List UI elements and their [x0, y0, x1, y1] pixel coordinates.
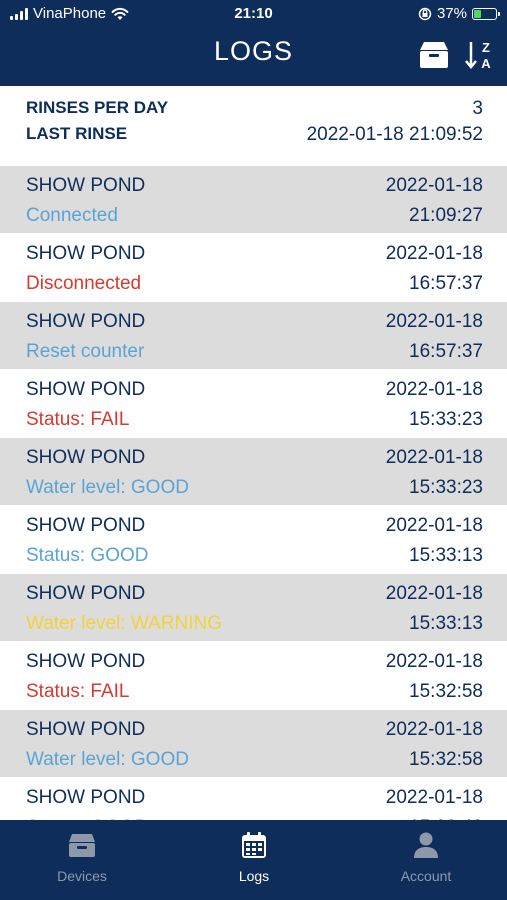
box-icon[interactable]: [417, 38, 451, 72]
log-date: 2022-01-18: [385, 311, 483, 332]
log-event: Reset counter: [26, 341, 145, 362]
log-row[interactable]: SHOW POND Connected 2022-01-18 21:09:27: [0, 166, 507, 234]
rinses-per-day-label: RINSES PER DAY: [26, 98, 169, 117]
last-rinse-value: 2022-01-18 21:09:52: [306, 124, 483, 145]
log-event: Status: GOOD: [26, 545, 149, 566]
status-right: 37%: [418, 5, 500, 22]
log-event: Status: FAIL: [26, 409, 130, 430]
log-time: 15:33:23: [409, 409, 483, 430]
tab-logs-label: Logs: [238, 868, 270, 884]
devices-icon: [69, 834, 95, 857]
log-date: 2022-01-18: [385, 719, 483, 740]
rinses-per-day-row: RINSES PER DAY 3: [26, 98, 483, 120]
log-row[interactable]: SHOW PONDStatus: GOOD2022-01-1815:32:43: [0, 778, 507, 820]
log-row[interactable]: SHOW POND Water level: GOOD 2022-01-18 15:3…: [0, 438, 507, 506]
log-row[interactable]: SHOW POND Status: GOOD 2022-01-18 15:33:13: [0, 506, 507, 574]
battery-percent: 37%: [436, 5, 467, 22]
log-row[interactable]: SHOW POND Water level: WARNING 2022-01-18 1…: [0, 574, 507, 642]
log-device-name: SHOW POND: [26, 719, 146, 740]
log-event: Water level: GOOD: [26, 477, 189, 498]
log-time: 15:33:13: [409, 545, 483, 566]
log-time: 21:09:27: [409, 205, 483, 226]
log-list[interactable]: SHOW POND Connected 2022-01-18 21:09:27 SHOW…: [0, 166, 507, 820]
log-event: Water level: WARNING: [26, 613, 223, 634]
svg-text:A: A: [481, 56, 491, 71]
orientation-lock-icon: [418, 7, 432, 20]
log-event: Water level: GOOD: [26, 749, 189, 770]
log-date: 2022-01-18: [385, 515, 483, 536]
rinses-per-day-value: 3: [472, 98, 483, 119]
log-row[interactable]: SHOW POND Reset counter 2022-01-18 16:57:37: [0, 302, 507, 370]
log-device-name: SHOW POND: [26, 515, 146, 536]
log-row[interactable]: SHOW POND Status: FAIL 2022-01-18 15:33:23: [0, 370, 507, 438]
log-time: 16:57:37: [409, 341, 483, 362]
log-device-name: SHOW POND: [26, 175, 146, 196]
status-bar: VinaPhone 21:10 37%: [0, 0, 507, 30]
tab-logs[interactable]: Logs: [194, 830, 314, 884]
log-date: 2022-01-18: [385, 583, 483, 604]
rinse-summary: RINSES PER DAY 3 LAST RINSE 2022-01-18 2…: [0, 86, 507, 166]
last-rinse-label: LAST RINSE: [26, 124, 128, 143]
log-device-name: SHOW POND: [26, 243, 146, 264]
app-header: VinaPhone 21:10 37% LOGS Z A: [0, 0, 507, 86]
log-time: 15:33:23: [409, 477, 483, 498]
log-date: 2022-01-18: [385, 447, 483, 468]
log-device-name: SHOW POND: [26, 651, 146, 672]
log-device-name: SHOW POND: [26, 379, 146, 400]
log-device-name: SHOW POND: [26, 311, 146, 332]
battery-icon: [472, 7, 500, 20]
tab-devices[interactable]: Devices: [22, 830, 142, 884]
log-date: 2022-01-18: [385, 379, 483, 400]
last-rinse-row: LAST RINSE 2022-01-18 21:09:52: [26, 124, 483, 146]
log-device-name: SHOW POND: [26, 583, 146, 604]
log-row[interactable]: SHOW POND Water level: GOOD 2022-01-18 15:3…: [0, 710, 507, 778]
log-row[interactable]: SHOW POND Disconnected 2022-01-18 16:57:37: [0, 234, 507, 302]
log-row[interactable]: SHOW POND Status: FAIL 2022-01-18 15:32:58: [0, 642, 507, 710]
log-time: 15:32:58: [409, 681, 483, 702]
sort-za-icon[interactable]: Z A: [463, 38, 497, 72]
tab-account-label: Account: [400, 868, 452, 884]
log-time: 16:57:37: [409, 273, 483, 294]
log-device-name: SHOW POND: [26, 447, 146, 468]
log-date: 2022-01-18: [385, 787, 483, 808]
log-time: 15:33:13: [409, 613, 483, 634]
log-event: Connected: [26, 205, 118, 226]
log-event: Status: FAIL: [26, 681, 130, 702]
log-date: 2022-01-18: [385, 175, 483, 196]
log-time: 15:32:58: [409, 749, 483, 770]
svg-text:Z: Z: [482, 40, 490, 55]
log-event: Disconnected: [26, 273, 142, 294]
tab-devices-label: Devices: [57, 868, 107, 884]
account-icon: [414, 832, 438, 858]
calendar-icon: [242, 832, 266, 858]
log-device-name: SHOW POND: [26, 787, 146, 808]
tab-bar: Devices Logs Account: [0, 820, 507, 900]
log-date: 2022-01-18: [385, 243, 483, 264]
tab-account[interactable]: Account: [366, 830, 486, 884]
log-date: 2022-01-18: [385, 651, 483, 672]
